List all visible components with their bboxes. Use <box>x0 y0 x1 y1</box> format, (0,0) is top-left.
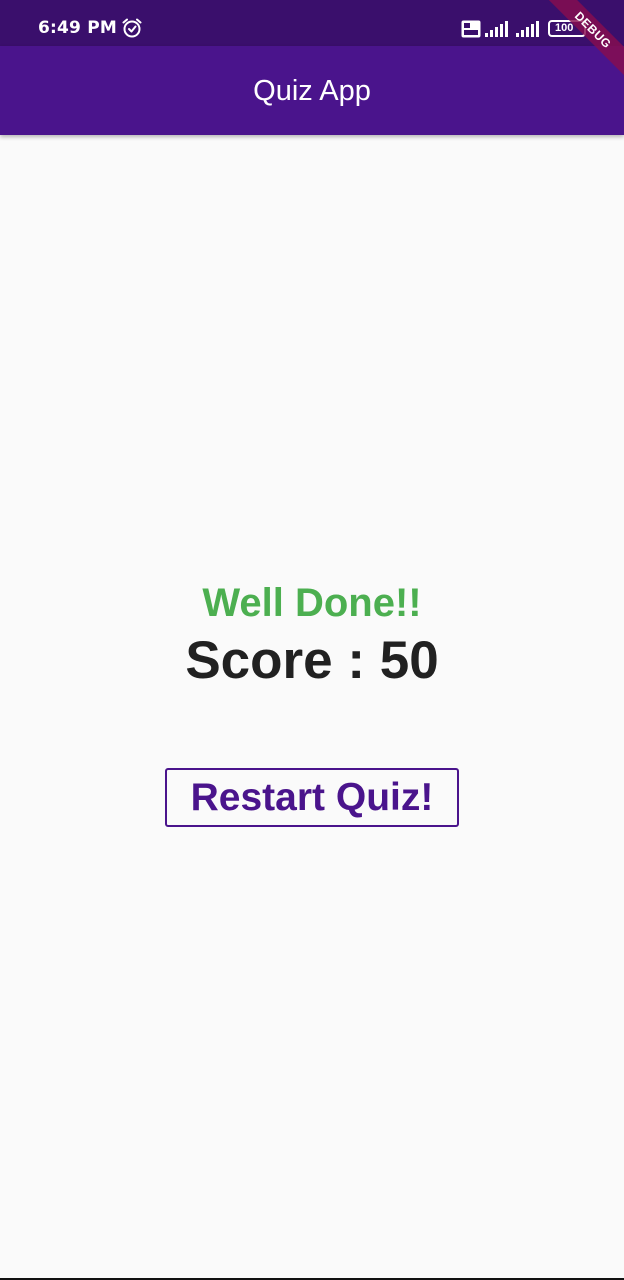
result-message: Well Done!! <box>202 581 422 625</box>
alarm-icon <box>122 18 142 38</box>
status-time: 6:49 PM <box>38 18 117 38</box>
volte-icon <box>461 20 481 38</box>
app-title: Quiz App <box>253 74 371 107</box>
signal-icon <box>516 21 539 37</box>
score-text: Score : 50 <box>185 631 439 690</box>
battery-level: 100 <box>555 22 574 34</box>
battery-icon: 100 <box>548 20 586 37</box>
app-bar: Quiz App <box>0 46 624 135</box>
restart-quiz-button[interactable]: Restart Quiz! <box>165 768 459 827</box>
result-area: Well Done!! Score : 50 Restart Quiz! <box>0 135 624 1278</box>
signal-icon <box>485 21 508 37</box>
status-bar: 6:49 PM 100 <box>0 0 624 46</box>
